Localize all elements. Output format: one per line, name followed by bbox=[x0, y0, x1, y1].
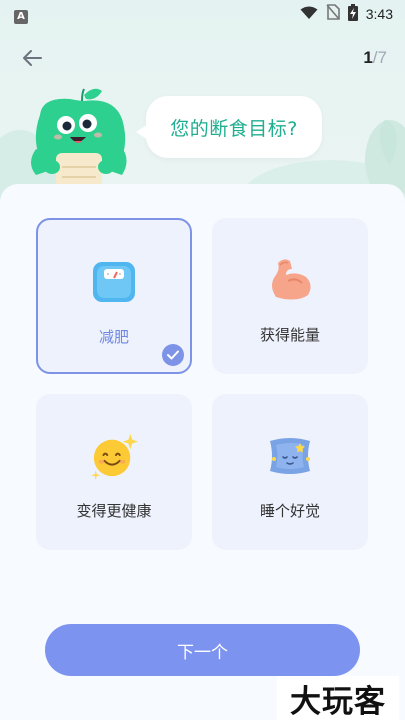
watermark-logo: 大玩客 bbox=[277, 676, 399, 720]
next-button[interactable]: 下一个 bbox=[45, 624, 360, 676]
question-bubble: 您的断食目标? bbox=[136, 96, 322, 158]
option-get-healthier[interactable]: 变得更健康 bbox=[36, 394, 192, 550]
page-total: 7 bbox=[377, 48, 387, 67]
page-current: 1 bbox=[363, 48, 373, 67]
option-label: 变得更健康 bbox=[76, 502, 152, 520]
status-left: A bbox=[14, 4, 28, 24]
option-gain-energy[interactable]: 获得能量 bbox=[212, 218, 368, 374]
status-bar: A 3:43 bbox=[0, 0, 405, 28]
battery-charging-icon bbox=[347, 3, 358, 25]
app-notification-icon: A bbox=[14, 9, 28, 24]
status-time: 3:43 bbox=[365, 6, 393, 22]
page-indicator: 1/7 bbox=[363, 48, 387, 68]
option-lose-weight[interactable]: 减肥 bbox=[36, 218, 192, 374]
sleeping-pillow-icon bbox=[266, 432, 314, 480]
mascot-image bbox=[31, 88, 127, 195]
arrow-left-icon bbox=[23, 50, 42, 66]
flexed-bicep-icon bbox=[266, 256, 314, 304]
selected-check-icon bbox=[162, 344, 184, 366]
top-bar: 1/7 bbox=[0, 40, 405, 76]
status-right: 3:43 bbox=[300, 3, 393, 25]
sparkling-smiley-icon bbox=[90, 432, 138, 480]
no-sim-icon bbox=[326, 4, 340, 24]
option-sleep-well[interactable]: 睡个好觉 bbox=[212, 394, 368, 550]
back-button[interactable] bbox=[18, 44, 46, 72]
question-text: 您的断食目标? bbox=[170, 117, 298, 140]
option-label: 睡个好觉 bbox=[259, 502, 320, 520]
option-label: 获得能量 bbox=[259, 326, 320, 344]
scale-icon bbox=[90, 258, 138, 306]
option-label: 减肥 bbox=[98, 328, 129, 346]
wifi-icon bbox=[300, 5, 318, 24]
